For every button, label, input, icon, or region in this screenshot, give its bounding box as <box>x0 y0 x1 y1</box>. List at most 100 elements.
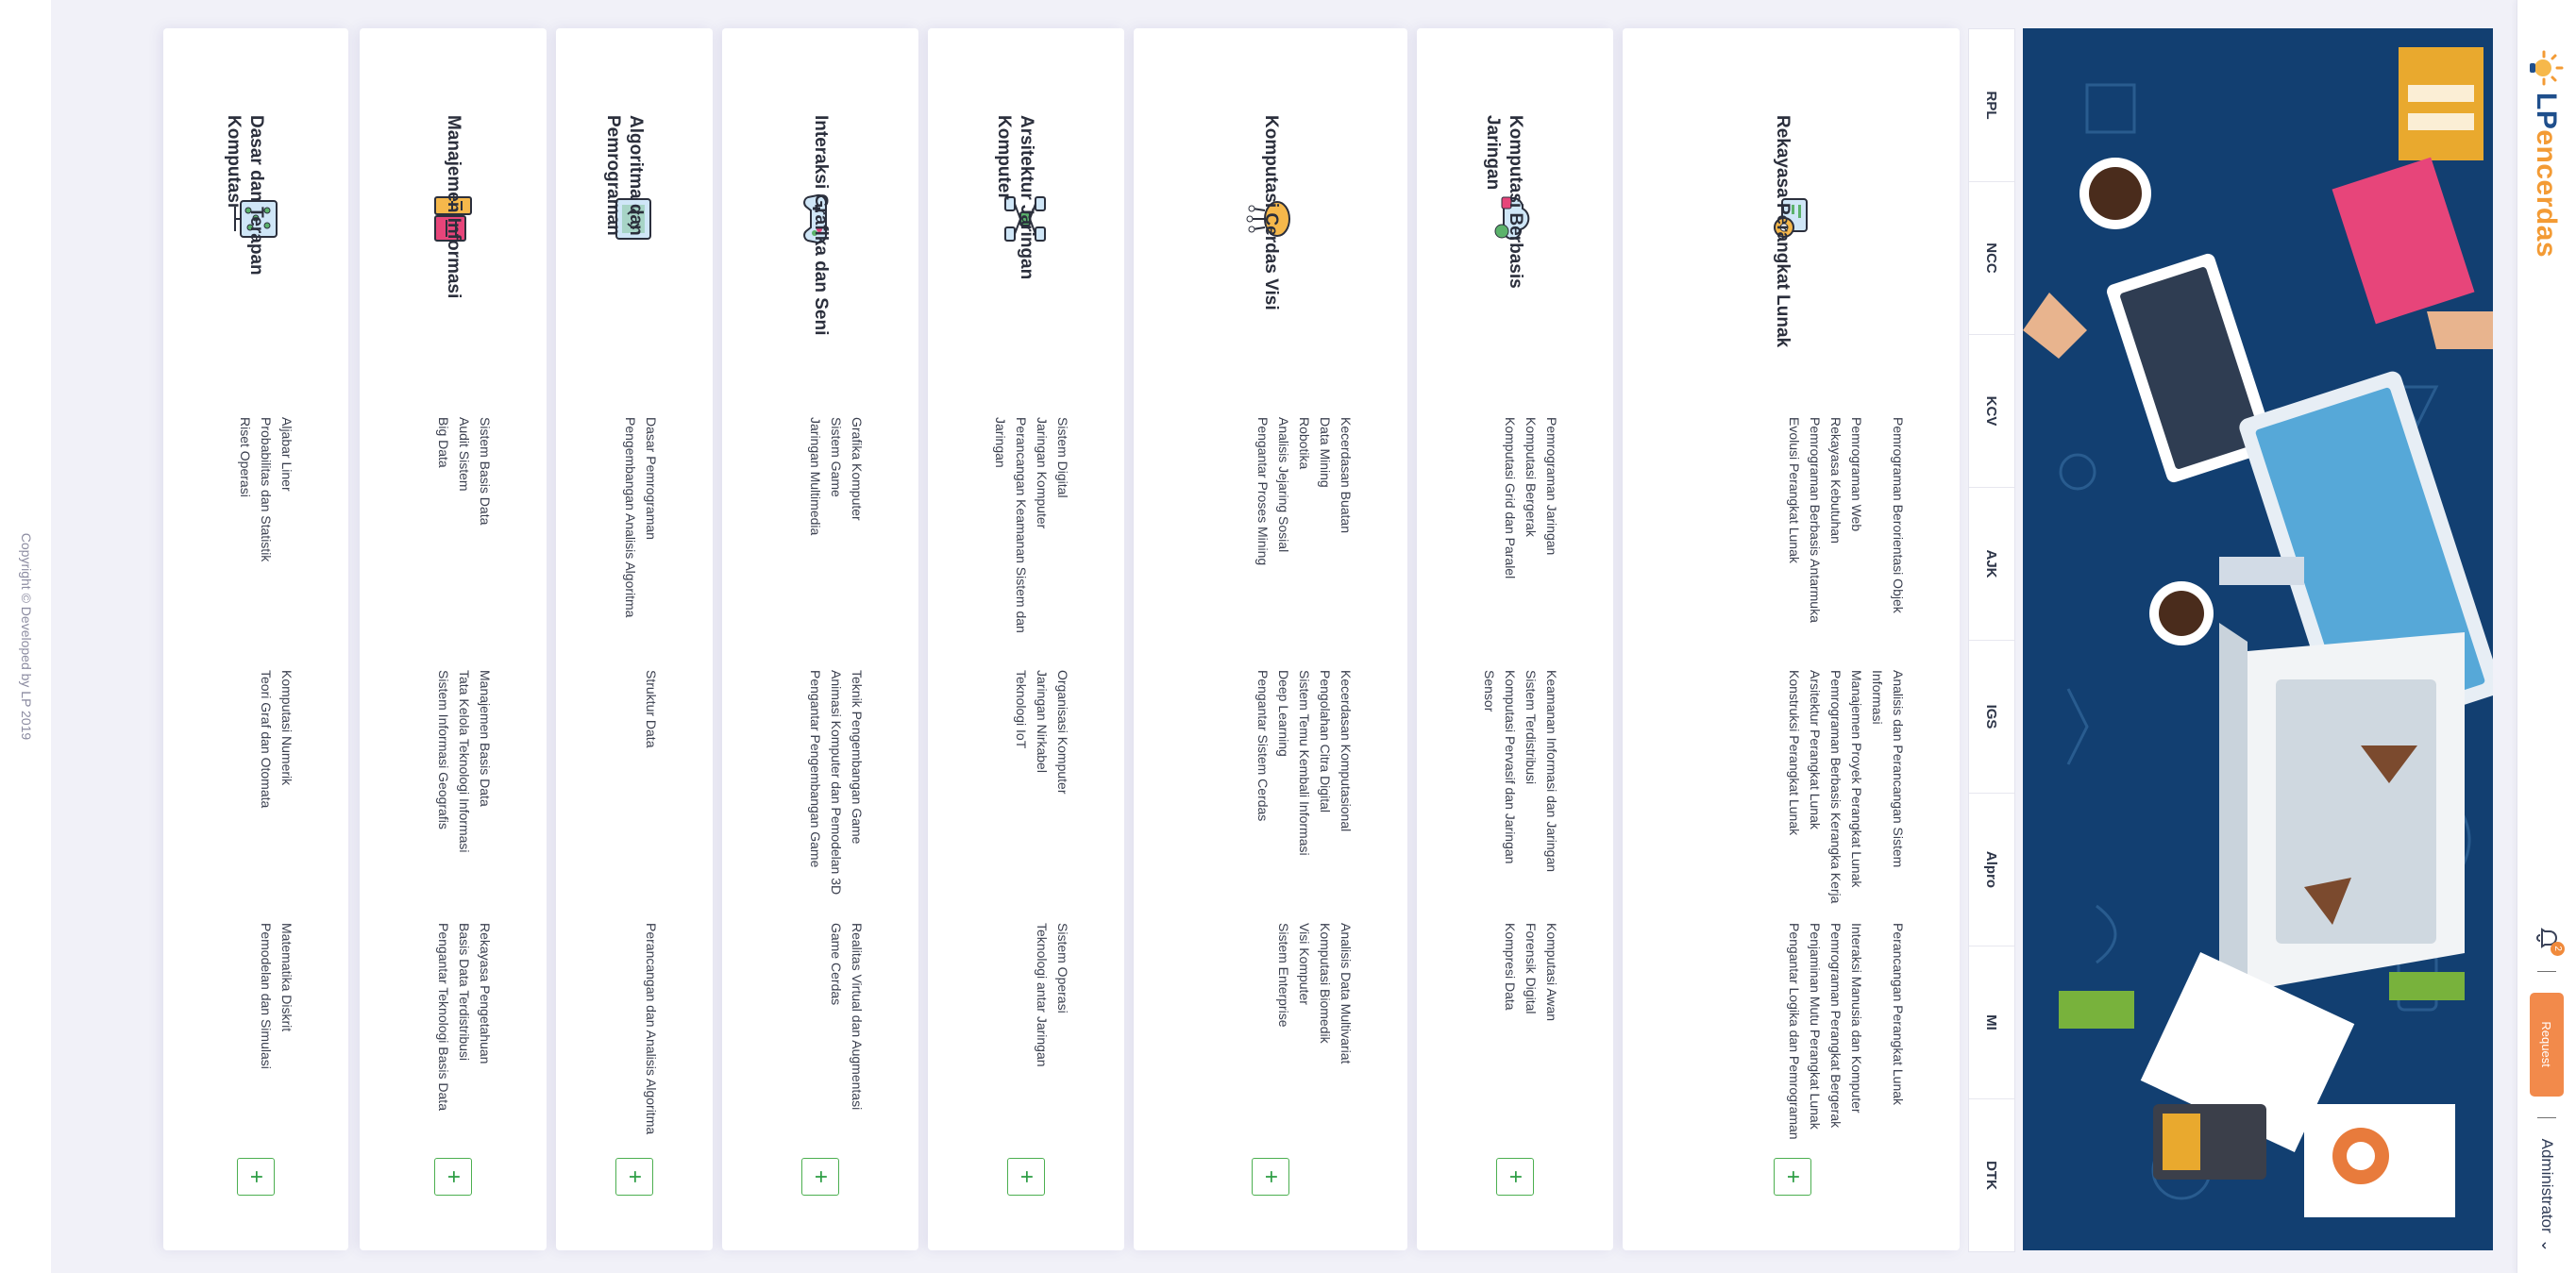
course-grid: Pemrograman Jaringan Keamanan Informasi … <box>1479 417 1562 1134</box>
course-name: Jaringan Nirkabel <box>1035 670 1050 773</box>
request-button[interactable]: Request <box>2530 992 2564 1097</box>
course-name: Interaksi Manusia dan Komputer <box>1849 923 1864 1114</box>
field-title: Rekayasa Perangkat Lunak <box>1773 115 1793 348</box>
course-name: Pengantar Logika dan Pemrograman <box>1787 923 1802 1140</box>
course-name: Pengantar Teknologi Basis Data <box>436 923 451 1111</box>
add-course-button[interactable]: + <box>1496 1158 1534 1196</box>
course-name <box>620 923 641 1176</box>
course-name: Komputasi Bergerak <box>1524 417 1539 537</box>
user-menu-dropdown[interactable]: Administrator ⌄ <box>2537 1139 2556 1252</box>
course-name: Robotika <box>1297 417 1312 470</box>
course-name: Teori Graf dan Otomata <box>259 670 274 809</box>
course-name: Forensik Digital <box>1524 923 1539 1014</box>
course-name: Komputasi Grid dan Paralel <box>1503 417 1518 579</box>
tab-dtk[interactable]: DTK <box>1969 1099 2014 1251</box>
course-name: Probabilitas dan Statistik <box>259 417 274 562</box>
course-name: Aljabar Liner <box>279 417 295 492</box>
course-name <box>1253 923 1273 1176</box>
course-name: Teknik Pengembangan Game <box>850 670 865 845</box>
course-name: Audit Sistem <box>457 417 472 492</box>
course-name: Perancangan Keamanan Sistem dan Jaringan <box>993 417 1029 633</box>
tab-alpro[interactable]: Alpro <box>1969 794 2014 946</box>
course-name: Grafika Komputer <box>850 417 865 521</box>
course-name: Visi Komputer <box>1297 923 1312 1005</box>
course-name: Teknologi antar Jaringan <box>1035 923 1050 1067</box>
brand-name: LPencerdas <box>2530 92 2562 258</box>
tab-kcv[interactable]: KCV <box>1969 335 2014 488</box>
add-course-button[interactable]: + <box>237 1158 275 1196</box>
tab-ncc[interactable]: NCC <box>1969 182 2014 335</box>
course-name: Perancangan Perangkat Lunak <box>1891 923 1906 1106</box>
course-name <box>620 670 641 923</box>
notification-bell-button[interactable]: 2 <box>2534 926 2565 956</box>
tab-igs[interactable]: IGS <box>1969 641 2014 794</box>
course-name: Analisis Jejaring Sosial <box>1276 417 1291 553</box>
course-name: Kecerdasan Buatan <box>1339 417 1354 533</box>
navbar-divider <box>2537 1116 2556 1118</box>
brand-name-lp: LP <box>2531 92 2562 130</box>
course-name: Deep Learning <box>1276 670 1291 757</box>
field-title: Dasar dan Terapan Komputasi <box>224 115 266 276</box>
course-name: Riset Operasi <box>238 417 253 497</box>
course-name <box>805 923 826 1176</box>
field-card-ncc: Komputasi Berbasis Jaringan Pemrograman … <box>1417 28 1613 1250</box>
course-name: Kecerdasan Komputasional <box>1339 670 1354 832</box>
add-course-button[interactable]: + <box>434 1158 472 1196</box>
course-name: Pengantar Pengembangan Game <box>808 670 823 868</box>
course-name: Sistem Informasi Geografis <box>436 670 451 829</box>
course-name: Sistem Enterprise <box>1276 923 1291 1028</box>
course-name: Data Mining <box>1318 417 1333 488</box>
add-course-button[interactable]: + <box>801 1158 839 1196</box>
course-name: Basis Data Terdistribusi <box>457 923 472 1062</box>
course-name: Realitas Virtual dan Augmentasi <box>850 923 865 1111</box>
field-card-rpl: Rekayasa Perangkat Lunak Pemrograman Ber… <box>1623 28 1960 1250</box>
chevron-down-icon: ⌄ <box>2538 1238 2556 1252</box>
course-grid: Dasar Pemrograman Struktur Data Perancan… <box>620 417 662 1134</box>
course-grid: Aljabar Liner Komputasi Numerik Matemati… <box>235 417 297 1134</box>
course-name: Organisasi Komputer <box>1055 670 1070 795</box>
field-title: Arsitektur Jaringan Komputer <box>994 115 1036 280</box>
field-card-mi: Manajemen Informasi Sistem Basis Data Ma… <box>360 28 547 1250</box>
course-name: Komputasi Numerik <box>279 670 295 786</box>
field-title: Algoritma dan Pemrograman <box>603 115 646 236</box>
course-name: Pemrograman Berorientasi Objek <box>1891 417 1906 613</box>
course-name <box>990 923 1032 1176</box>
course-name: Arsitektur Perangkat Lunak <box>1808 670 1823 829</box>
course-name: Pemrograman Perangkat Bergerak <box>1828 923 1844 1129</box>
course-name: Pemrograman Berbasis Antarmuka <box>1808 417 1823 623</box>
tab-mi[interactable]: MI <box>1969 946 2014 1099</box>
field-title: Interaksi Grafika dan Seni <box>811 115 831 336</box>
course-name: Pengantar Proses Mining <box>1255 417 1271 566</box>
course-grid: Pemrograman Berorientasi Objek Analisis … <box>1784 417 1909 1140</box>
field-title: Manajemen Informasi <box>444 115 463 299</box>
course-name: Sistem Terdistribusi <box>1524 670 1539 785</box>
course-name: Keamanan Informasi dan Jaringan <box>1544 670 1559 873</box>
field-title: Komputasi Berbasis Jaringan <box>1483 115 1525 289</box>
course-name: Sistem Digital <box>1055 417 1070 498</box>
top-navbar: LPencerdas 2 Request Administrator ⌄ <box>2517 0 2576 1273</box>
tab-ajk[interactable]: AJK <box>1969 488 2014 641</box>
course-name: Komputasi Biomedik <box>1318 923 1333 1044</box>
course-name: Komputasi Pervasif dan Jaringan Sensor <box>1482 670 1518 864</box>
course-name: Sistem Basis Data <box>478 417 493 526</box>
course-grid: Kecerdasan Buatan Kecerdasan Komputasion… <box>1253 417 1356 1134</box>
course-name: Pemodelan dan Simulasi <box>259 923 274 1069</box>
add-course-button[interactable]: + <box>1774 1158 1811 1196</box>
course-grid: Grafika Komputer Teknik Pengembangan Gam… <box>805 417 867 1134</box>
course-name: Teknologi IoT <box>1014 670 1029 749</box>
course-name: Pengantar Sistem Cerdas <box>1255 670 1271 822</box>
user-name: Administrator <box>2538 1138 2556 1233</box>
course-name: Pengembangan Analisis Algoritma <box>623 417 638 618</box>
add-course-button[interactable]: + <box>1252 1158 1289 1196</box>
field-title: Komputasi Cerdas Visi <box>1261 115 1281 310</box>
course-name: Pengolahan Citra Digital <box>1318 670 1333 812</box>
notification-count-badge: 2 <box>2551 941 2565 956</box>
course-name: Pemrograman Berbasis Kerangka Kerja <box>1828 670 1844 904</box>
add-course-button[interactable]: + <box>1007 1158 1045 1196</box>
add-course-button[interactable]: + <box>615 1158 653 1196</box>
course-grid: Sistem Digital Organisasi Komputer Siste… <box>990 417 1073 1134</box>
course-name: Matematika Diskrit <box>279 923 295 1032</box>
course-name: Manajemen Proyek Perangkat Lunak <box>1849 670 1864 888</box>
brand-logo-link[interactable]: LPencerdas <box>2525 49 2567 258</box>
tab-rpl[interactable]: RPL <box>1969 29 2014 182</box>
